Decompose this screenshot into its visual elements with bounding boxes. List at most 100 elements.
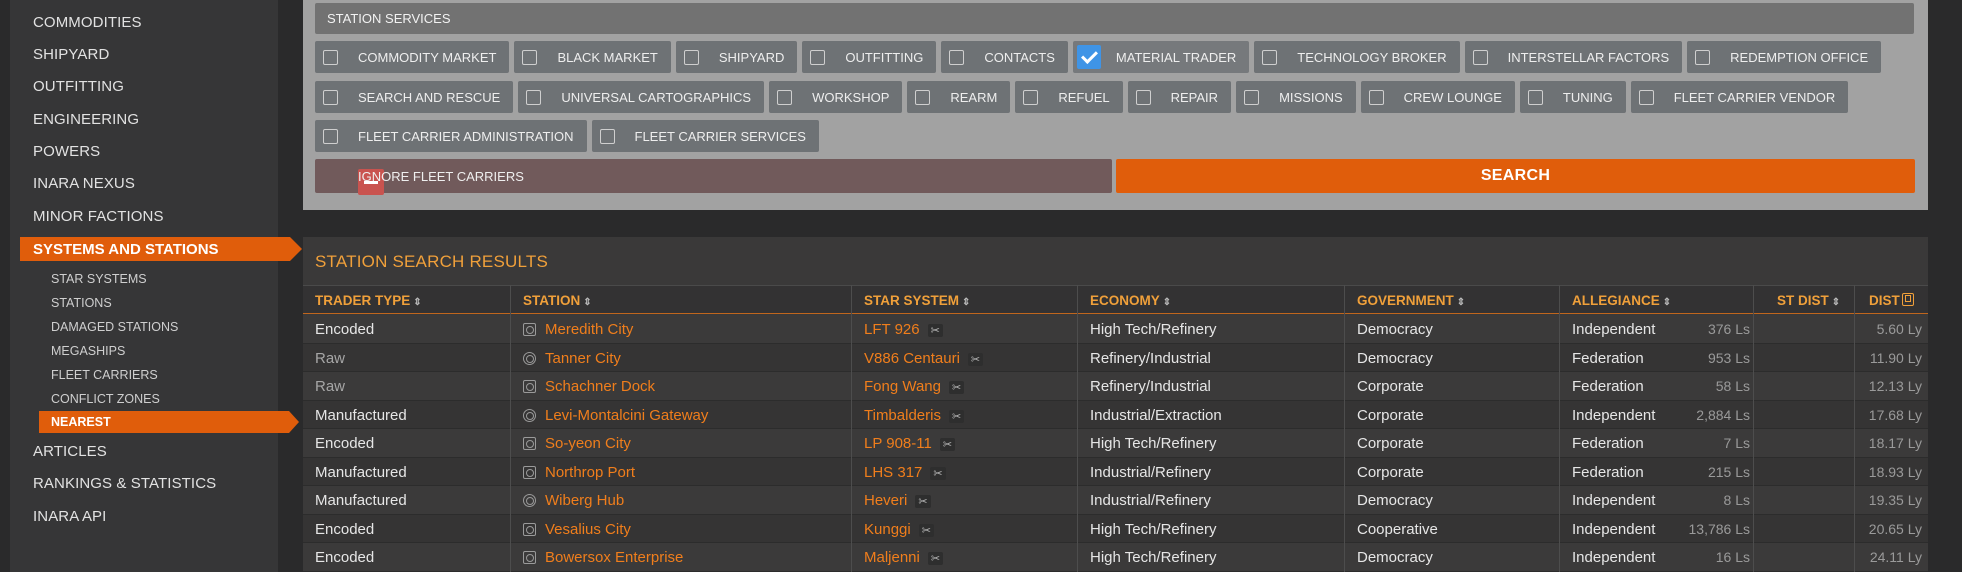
sidebar-subitem-conflict-zones[interactable]: CONFLICT ZONES bbox=[51, 392, 160, 406]
sidebar-item-systems-and-stations[interactable]: SYSTEMS AND STATIONS bbox=[20, 237, 302, 261]
service-interstellar-factors[interactable]: INTERSTELLAR FACTORS bbox=[1464, 41, 1683, 73]
column-header-dist[interactable]: DIST bbox=[1869, 293, 1914, 308]
sidebar-item-powers[interactable]: POWERS bbox=[33, 143, 100, 160]
copy-system-icon[interactable]: ✂ bbox=[948, 409, 965, 423]
station-link[interactable]: So-yeon City bbox=[545, 435, 631, 452]
column-header-economy[interactable]: ECONOMY ⇕ bbox=[1090, 293, 1171, 308]
column-label: TRADER TYPE bbox=[315, 293, 411, 308]
copy-system-icon[interactable]: ✂ bbox=[915, 495, 931, 508]
column-header-allegiance[interactable]: ALLEGIANCE ⇕ bbox=[1572, 293, 1671, 308]
table-row: Raw Schachner Dock Fong Wang ✂ Refinery/Indu… bbox=[303, 372, 1928, 401]
star-system-link[interactable]: Maljenni bbox=[864, 549, 920, 566]
service-label: SEARCH AND RESCUE bbox=[358, 89, 501, 105]
star-system-cell: LP 908-11 ✂ bbox=[864, 435, 956, 452]
sidebar-item-commodities[interactable]: COMMODITIES bbox=[33, 14, 142, 31]
star-system-link[interactable]: V886 Centauri bbox=[864, 350, 960, 367]
service-missions[interactable]: MISSIONS bbox=[1236, 81, 1356, 113]
service-fleet-carrier-administration[interactable]: FLEET CARRIER ADMINISTRATION bbox=[315, 120, 587, 152]
sidebar-subitem-nearest[interactable]: NEAREST bbox=[39, 411, 299, 433]
service-contacts[interactable]: CONTACTS bbox=[941, 41, 1068, 73]
copy-system-icon[interactable]: ✂ bbox=[927, 552, 944, 565]
trader-type-cell: Encoded bbox=[315, 520, 375, 538]
station-link[interactable]: Tanner City bbox=[545, 350, 621, 367]
sidebar-subitem-star-systems[interactable]: STAR SYSTEMS bbox=[51, 272, 147, 286]
star-system-link[interactable]: LHS 317 bbox=[864, 464, 922, 481]
station-link[interactable]: Vesalius City bbox=[545, 521, 631, 538]
service-fleet-carrier-vendor[interactable]: FLEET CARRIER VENDOR bbox=[1630, 81, 1849, 113]
station-link[interactable]: Wiberg Hub bbox=[545, 492, 624, 509]
column-header-trader-type[interactable]: TRADER TYPE ⇕ bbox=[315, 293, 422, 308]
star-system-link[interactable]: Heveri bbox=[864, 492, 907, 509]
checkbox-checked-icon bbox=[1076, 45, 1101, 69]
ignore-fleet-carriers-toggle[interactable]: IGNORE FLEET CARRIERS bbox=[315, 159, 1112, 195]
sidebar-item-inara-api[interactable]: INARA API bbox=[33, 508, 106, 525]
service-crew-lounge[interactable]: CREW LOUNGE bbox=[1360, 81, 1515, 113]
station-link[interactable]: Northrop Port bbox=[545, 464, 635, 481]
copy-system-icon[interactable]: ✂ bbox=[967, 352, 984, 366]
station-link[interactable]: Levi-Montalcini Gateway bbox=[545, 407, 708, 424]
copy-system-icon[interactable]: ✂ bbox=[918, 523, 934, 537]
service-redemption-office[interactable]: REDEMPTION OFFICE bbox=[1687, 41, 1882, 73]
star-system-link[interactable]: LP 908-11 bbox=[864, 435, 932, 452]
trader-type-cell: Raw bbox=[315, 349, 346, 367]
sidebar-item-engineering[interactable]: ENGINEERING bbox=[33, 111, 139, 128]
distance-cell: 20.65 Ly bbox=[1868, 520, 1922, 537]
table-row: Manufactured Levi-Montalcini Gateway Timba… bbox=[303, 400, 1928, 429]
sidebar: COMMODITIES SHIPYARD OUTFITTING ENGINEER… bbox=[10, 0, 302, 572]
copy-system-icon[interactable]: ✂ bbox=[939, 438, 956, 451]
sidebar-subitem-fleet-carriers[interactable]: FLEET CARRIERS bbox=[51, 368, 158, 382]
sidebar-subitem-megaships[interactable]: MEGASHIPS bbox=[51, 344, 125, 358]
service-workshop[interactable]: WORKSHOP bbox=[769, 81, 903, 113]
sidebar-item-minor-factions[interactable]: MINOR FACTIONS bbox=[33, 208, 164, 225]
station-distance-cell: 13,786 Ls bbox=[1688, 520, 1751, 537]
service-black-market[interactable]: BLACK MARKET bbox=[514, 41, 671, 73]
service-label: TECHNOLOGY BROKER bbox=[1297, 49, 1447, 65]
sidebar-subitem-stations[interactable]: STATIONS bbox=[51, 296, 112, 310]
sidebar-item-shipyard[interactable]: SHIPYARD bbox=[33, 46, 109, 63]
service-shipyard[interactable]: SHIPYARD bbox=[675, 41, 798, 73]
sidebar-item-articles[interactable]: ARTICLES bbox=[33, 443, 107, 460]
service-tuning[interactable]: TUNING bbox=[1519, 81, 1626, 113]
column-header-st-dist[interactable]: ST DIST ⇕ bbox=[1777, 293, 1840, 308]
copy-system-icon[interactable]: ✂ bbox=[949, 381, 965, 394]
sort-icon: ⇕ bbox=[1456, 297, 1466, 308]
column-header-station[interactable]: STATION ⇕ bbox=[523, 293, 592, 308]
checkbox-icon bbox=[323, 50, 338, 65]
service-universal-cartographics[interactable]: UNIVERSAL CARTOGRAPHICS bbox=[518, 81, 765, 113]
service-rearm[interactable]: REARM bbox=[907, 81, 1011, 113]
station-link[interactable]: Schachner Dock bbox=[545, 378, 655, 395]
service-fleet-carrier-services[interactable]: FLEET CARRIER SERVICES bbox=[591, 120, 819, 152]
station-link[interactable]: Bowersox Enterprise bbox=[545, 549, 683, 566]
star-system-link[interactable]: Timbalderis bbox=[864, 407, 941, 424]
sidebar-subitem-damaged-stations[interactable]: DAMAGED STATIONS bbox=[51, 320, 178, 334]
sidebar-item-outfitting[interactable]: OUTFITTING bbox=[33, 78, 124, 95]
column-header-government[interactable]: GOVERNMENT ⇕ bbox=[1357, 293, 1465, 308]
service-outfitting[interactable]: OUTFITTING bbox=[802, 41, 937, 73]
distance-cell: 17.68 Ly bbox=[1868, 406, 1922, 423]
economy-cell: Refinery/Industrial bbox=[1090, 378, 1211, 395]
search-button[interactable]: SEARCH bbox=[1116, 159, 1915, 193]
column-header-star-system[interactable]: STAR SYSTEM ⇕ bbox=[864, 293, 970, 308]
star-system-link[interactable]: Fong Wang bbox=[864, 378, 941, 395]
service-label: REARM bbox=[950, 89, 998, 105]
star-system-link[interactable]: Kunggi bbox=[864, 521, 911, 538]
copy-system-icon[interactable]: ✂ bbox=[927, 324, 943, 337]
economy-cell: Industrial/Extraction bbox=[1090, 406, 1222, 424]
service-search-and-rescue[interactable]: SEARCH AND RESCUE bbox=[315, 81, 514, 113]
service-label: MATERIAL TRADER bbox=[1115, 49, 1237, 65]
sidebar-item-inara-nexus[interactable]: INARA NEXUS bbox=[33, 175, 135, 192]
service-refuel[interactable]: REFUEL bbox=[1015, 81, 1123, 113]
services-row-1: COMMODITY MARKET BLACK MARKET SHIPYARD O… bbox=[315, 41, 1882, 73]
sidebar-item-rankings-statistics[interactable]: RANKINGS & STATISTICS bbox=[33, 475, 216, 492]
distance-cell: 11.90 Ly bbox=[1869, 349, 1922, 366]
service-repair[interactable]: REPAIR bbox=[1127, 81, 1232, 113]
service-label: WORKSHOP bbox=[812, 89, 890, 105]
service-commodity-market[interactable]: COMMODITY MARKET bbox=[315, 41, 510, 73]
service-material-trader[interactable]: MATERIAL TRADER bbox=[1072, 41, 1250, 73]
distance-cell: 19.35 Ly bbox=[1868, 492, 1922, 508]
star-system-link[interactable]: LFT 926 bbox=[864, 321, 920, 338]
service-technology-broker[interactable]: TECHNOLOGY BROKER bbox=[1254, 41, 1460, 73]
station-link[interactable]: Meredith City bbox=[545, 321, 633, 338]
star-system-cell: Timbalderis ✂ bbox=[864, 407, 965, 424]
copy-system-icon[interactable]: ✂ bbox=[930, 466, 946, 480]
